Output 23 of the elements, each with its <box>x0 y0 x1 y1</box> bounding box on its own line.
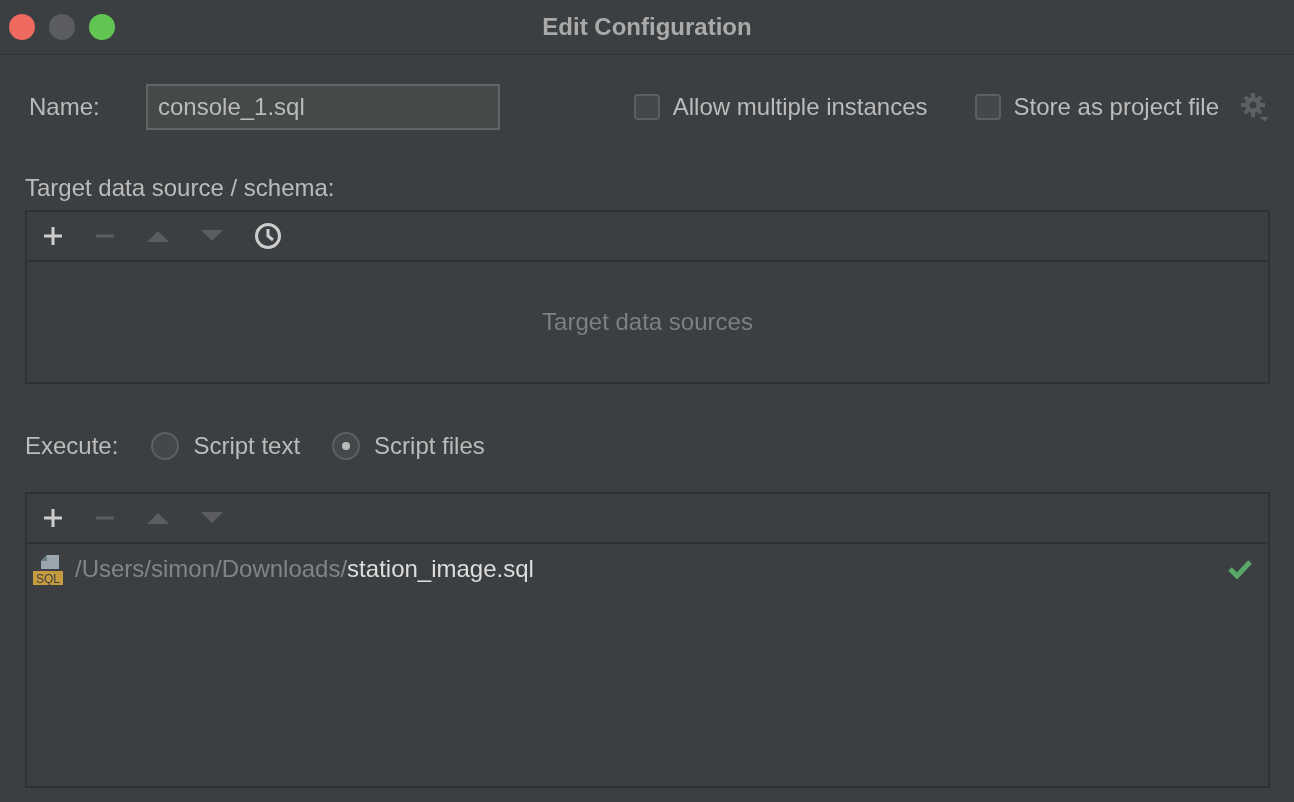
empty-list-text: Target data sources <box>542 308 753 336</box>
radio-label: Script files <box>374 432 485 460</box>
add-icon[interactable] <box>42 225 64 247</box>
add-icon[interactable] <box>42 507 64 529</box>
section-label: Target data source / schema: <box>25 174 335 201</box>
minimize-button[interactable] <box>49 14 75 40</box>
close-button[interactable] <box>9 14 35 40</box>
checkbox-label: Store as project file <box>1013 93 1219 121</box>
zoom-button[interactable] <box>89 14 115 40</box>
name-field[interactable]: console_1.sql <box>146 84 500 130</box>
gear-icon[interactable] <box>1240 92 1270 122</box>
file-directory: /Users/simon/Downloads/ <box>75 555 348 583</box>
window-title: Edit Configuration <box>542 13 752 40</box>
radio-button[interactable] <box>332 432 361 460</box>
checkbox[interactable] <box>633 94 660 120</box>
clock-icon[interactable] <box>254 222 282 250</box>
checkbox[interactable] <box>974 94 1001 120</box>
radio-label: Script text <box>193 432 301 460</box>
checkbox-label: Allow multiple instances <box>672 93 928 121</box>
name-label: Name: <box>28 93 101 121</box>
radio-button[interactable] <box>151 432 180 460</box>
file-name: station_image.sql <box>347 555 534 583</box>
execute-label: Execute: <box>25 432 119 460</box>
